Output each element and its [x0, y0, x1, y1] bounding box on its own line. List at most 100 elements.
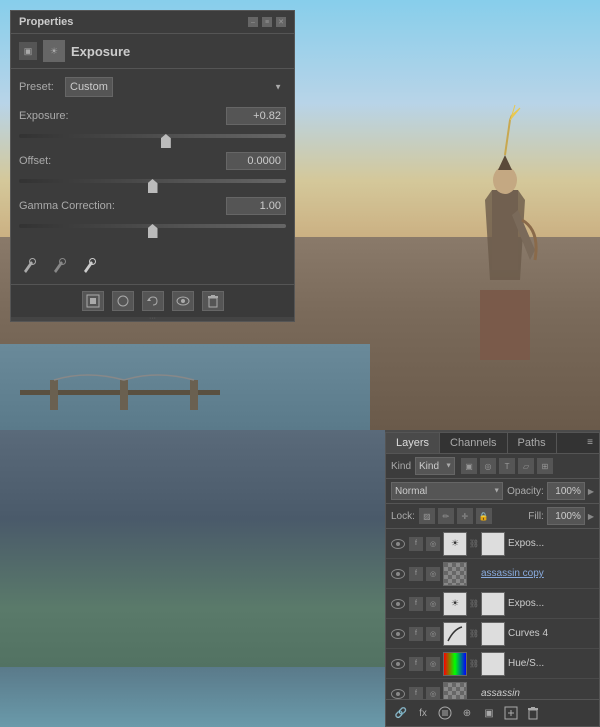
tab-channels[interactable]: Channels [440, 433, 507, 453]
add-mask-button[interactable] [82, 291, 104, 311]
layer-row[interactable]: f ◎ ☀ ⛓ Expos... [386, 529, 599, 559]
layer-row[interactable]: f ◎ ⛓ Hue/S... [386, 649, 599, 679]
chain-link-icon: ⛓ [470, 597, 478, 611]
filter-shape-icon[interactable]: ▱ [518, 458, 534, 474]
layer-row[interactable]: f ◎ ⛓ Curves 4 [386, 619, 599, 649]
exposure-section: Exposure: [19, 107, 286, 144]
layer-mask-thumbnail [481, 652, 505, 676]
layer-name: assassin [481, 688, 595, 699]
fill-label: Fill: [528, 511, 544, 522]
layer-name: Hue/S... [508, 658, 595, 669]
panel-resize-bar[interactable]: ··· [11, 317, 294, 321]
adjustment-fx-icon: f [409, 627, 423, 641]
panel-content: Preset: Custom Exposure: Offset: [11, 69, 294, 284]
layer-row[interactable]: f ◎ assassin copy [386, 559, 599, 589]
gamma-slider-container [19, 218, 286, 234]
minimize-button[interactable]: – [248, 17, 258, 27]
layers-bottom-toolbar: 🔗 fx ⊕ ▣ [386, 699, 599, 726]
offset-input[interactable] [226, 152, 286, 170]
eye-icon [391, 689, 405, 699]
filter-smart-icon[interactable]: ⊞ [537, 458, 553, 474]
offset-label: Offset: [19, 155, 51, 167]
layer-row[interactable]: f ◎ assassin [386, 679, 599, 699]
fill-input[interactable] [547, 507, 585, 525]
lock-transparent-icon[interactable]: ▨ [419, 508, 435, 524]
eyedropper-white-tool[interactable] [79, 254, 101, 276]
filter-text-icon[interactable]: T [499, 458, 515, 474]
close-button[interactable]: ✕ [276, 17, 286, 27]
offset-slider-container [19, 173, 286, 189]
smart-filter-icon: ◎ [426, 537, 440, 551]
filter-adjustment-icon[interactable]: ◎ [480, 458, 496, 474]
add-style-button[interactable]: fx [414, 704, 432, 722]
layer-visibility-toggle[interactable] [390, 566, 406, 582]
panel-header: ▣ ☀ Exposure [11, 34, 294, 69]
add-adjustment-button[interactable]: ⊕ [458, 704, 476, 722]
panel-controls: – ≡ ✕ [248, 17, 286, 27]
layer-mask-thumbnail [481, 622, 505, 646]
visibility-toggle-button[interactable] [172, 291, 194, 311]
gamma-track [19, 224, 286, 228]
eyedropper-black-tool[interactable] [19, 254, 41, 276]
gamma-row: Gamma Correction: [19, 197, 286, 215]
eye-icon [391, 599, 405, 609]
blend-select-wrapper: Normal [391, 482, 503, 500]
smart-filter-icon: ◎ [426, 657, 440, 671]
delete-layer-button[interactable] [202, 291, 224, 311]
blend-opacity-row: Normal Opacity: ▶ [386, 479, 599, 504]
lock-label: Lock: [391, 511, 415, 522]
layer-visibility-toggle[interactable] [390, 686, 406, 700]
lock-pixels-icon[interactable]: ✏ [438, 508, 454, 524]
delete-layer-layers-button[interactable] [524, 704, 542, 722]
add-mask-layers-button[interactable] [436, 704, 454, 722]
layer-thumbnail [443, 622, 467, 646]
layer-visibility-toggle[interactable] [390, 656, 406, 672]
add-layer-button[interactable] [502, 704, 520, 722]
panel-titlebar: Properties – ≡ ✕ [11, 11, 294, 34]
preset-select[interactable]: Custom [65, 77, 113, 97]
link-layers-button[interactable]: 🔗 [392, 704, 410, 722]
gamma-input[interactable] [226, 197, 286, 215]
exposure-input[interactable] [226, 107, 286, 125]
kind-row: Kind Kind ▣ ◎ T ▱ ⊞ [386, 454, 599, 479]
lock-position-icon[interactable]: ✛ [457, 508, 473, 524]
adjustment-fx-icon: f [409, 537, 423, 551]
layer-thumbnail: ☀ [443, 532, 467, 556]
collapse-button[interactable]: ≡ [262, 17, 272, 27]
kind-select-wrapper: Kind [415, 457, 455, 475]
offset-thumb[interactable] [148, 179, 158, 193]
panel-title-left: Properties [19, 16, 73, 28]
undo-button[interactable] [142, 291, 164, 311]
opacity-input[interactable] [547, 482, 585, 500]
exposure-icon: ☀ [43, 40, 65, 62]
tab-paths[interactable]: Paths [508, 433, 557, 453]
preset-row: Preset: Custom [19, 77, 286, 97]
river [0, 667, 385, 727]
eyedropper-gray-tool[interactable] [49, 254, 71, 276]
layers-panel: Layers Channels Paths ≡ Kind Kind ▣ ◎ T … [385, 432, 600, 727]
properties-panel: Properties – ≡ ✕ ▣ ☀ Exposure Preset: Cu… [10, 10, 295, 322]
mask-circle-button[interactable] [112, 291, 134, 311]
layers-menu-button[interactable]: ≡ [581, 433, 599, 453]
exposure-thumb[interactable] [161, 134, 171, 148]
opacity-arrow-icon: ▶ [588, 487, 594, 496]
lock-icons: ▨ ✏ ✛ 🔒 [419, 508, 492, 524]
gamma-thumb[interactable] [148, 224, 158, 238]
kind-select[interactable]: Kind [415, 457, 455, 475]
smart-filter-icon: ◎ [426, 597, 440, 611]
filter-pixel-icon[interactable]: ▣ [461, 458, 477, 474]
layer-name: assassin copy [481, 568, 595, 579]
layer-visibility-toggle[interactable] [390, 596, 406, 612]
layer-row[interactable]: f ◎ ☀ ⛓ Expos... [386, 589, 599, 619]
blend-mode-select[interactable]: Normal [391, 482, 503, 500]
adjustment-fx-icon: f [409, 597, 423, 611]
layer-visibility-toggle[interactable] [390, 626, 406, 642]
add-group-button[interactable]: ▣ [480, 704, 498, 722]
lock-all-icon[interactable]: 🔒 [476, 508, 492, 524]
layer-visibility-toggle[interactable] [390, 536, 406, 552]
tab-layers[interactable]: Layers [386, 433, 440, 453]
assassin-figure [440, 0, 570, 370]
panel-bottom-toolbar [11, 284, 294, 317]
adjustment-fx-icon: f [409, 687, 423, 700]
offset-track [19, 179, 286, 183]
